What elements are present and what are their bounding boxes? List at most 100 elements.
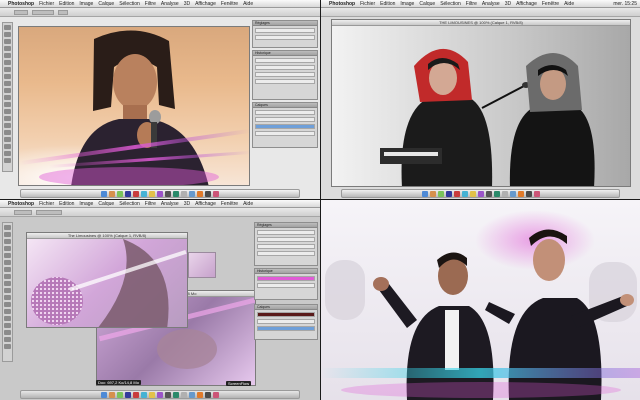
menu-aide[interactable]: Aide	[243, 201, 253, 207]
dock-app-icon[interactable]	[133, 391, 139, 398]
dock-app-icon[interactable]	[173, 190, 179, 197]
panel-row[interactable]	[255, 35, 315, 40]
panel-row[interactable]	[257, 230, 315, 235]
menu-edition[interactable]: Edition	[59, 1, 74, 7]
tool-icon[interactable]	[4, 260, 11, 265]
menu-fichier[interactable]: Fichier	[39, 1, 54, 7]
image-thumbnail[interactable]	[188, 252, 216, 278]
tool-icon[interactable]	[4, 158, 11, 163]
layer-row-selected[interactable]	[255, 124, 315, 129]
menu-analyse[interactable]: Analyse	[482, 1, 500, 7]
tool-icon[interactable]	[4, 53, 11, 58]
menu-fenetre[interactable]: Fenêtre	[542, 1, 559, 7]
dock-app-icon[interactable]	[437, 190, 444, 197]
panel-row[interactable]	[255, 28, 315, 33]
dock-app-icon[interactable]	[165, 391, 171, 398]
menu-selection[interactable]: Sélection	[440, 1, 461, 7]
dock-app-icon[interactable]	[173, 391, 179, 398]
menu-edition[interactable]: Edition	[59, 201, 74, 207]
menu-fenetre[interactable]: Fenêtre	[221, 1, 238, 7]
dock-app-icon[interactable]	[109, 391, 115, 398]
dock-app-icon[interactable]	[421, 190, 428, 197]
dock-app-icon[interactable]	[469, 190, 476, 197]
tool-icon[interactable]	[4, 25, 11, 30]
tool-icon[interactable]	[4, 102, 11, 107]
option-control[interactable]	[32, 10, 54, 15]
panel-row[interactable]	[257, 244, 315, 249]
dock-app-icon[interactable]	[181, 391, 187, 398]
dock-app-icon[interactable]	[125, 190, 131, 197]
dock-app-icon[interactable]	[149, 190, 155, 197]
menu-fichier[interactable]: Fichier	[39, 201, 54, 207]
menu-affichage[interactable]: Affichage	[516, 1, 537, 7]
tool-icon[interactable]	[4, 39, 11, 44]
tool-icon[interactable]	[4, 246, 11, 251]
menu-3d[interactable]: 3D	[184, 1, 190, 7]
tool-icon[interactable]	[4, 337, 11, 342]
dock-app-icon[interactable]	[525, 190, 532, 197]
dock-app-icon[interactable]	[517, 190, 524, 197]
option-control[interactable]	[36, 210, 62, 215]
tool-icon[interactable]	[4, 288, 11, 293]
option-control[interactable]	[14, 10, 28, 15]
menu-analyse[interactable]: Analyse	[161, 1, 179, 7]
tool-icon[interactable]	[4, 81, 11, 86]
menu-filtre[interactable]: Filtre	[145, 1, 156, 7]
dock-app-icon[interactable]	[109, 190, 115, 197]
tool-icon[interactable]	[4, 109, 11, 114]
document-canvas[interactable]	[18, 26, 250, 186]
panel-row[interactable]	[255, 58, 315, 63]
dock-app-icon[interactable]	[165, 190, 171, 197]
tool-icon[interactable]	[4, 330, 11, 335]
app-name[interactable]: Photoshop	[8, 201, 34, 207]
panel-row[interactable]	[255, 72, 315, 77]
menu-edition[interactable]: Edition	[380, 1, 395, 7]
tool-icon[interactable]	[4, 144, 11, 149]
menu-fichier[interactable]: Fichier	[360, 1, 375, 7]
layer-row[interactable]	[257, 312, 315, 317]
tool-icon[interactable]	[4, 344, 11, 349]
menu-image[interactable]: Image	[400, 1, 414, 7]
dock-app-icon[interactable]	[125, 391, 131, 398]
tool-icon[interactable]	[4, 295, 11, 300]
menu-image[interactable]: Image	[79, 201, 93, 207]
tool-icon[interactable]	[4, 316, 11, 321]
tool-icon[interactable]	[4, 137, 11, 142]
menu-calque[interactable]: Calque	[419, 1, 435, 7]
menu-calque[interactable]: Calque	[98, 1, 114, 7]
dock-app-icon[interactable]	[533, 190, 540, 197]
tool-icon[interactable]	[4, 225, 11, 230]
layer-row[interactable]	[257, 319, 315, 324]
tool-icon[interactable]	[4, 46, 11, 51]
dock-app-icon[interactable]	[117, 190, 123, 197]
option-control[interactable]	[58, 10, 68, 15]
swatch-row[interactable]	[257, 276, 315, 281]
dock-app-icon[interactable]	[189, 190, 195, 197]
menu-image[interactable]: Image	[79, 1, 93, 7]
tool-icon[interactable]	[4, 123, 11, 128]
menu-selection[interactable]: Sélection	[119, 1, 140, 7]
tool-icon[interactable]	[4, 116, 11, 121]
menu-aide[interactable]: Aide	[243, 1, 253, 7]
dock-app-icon[interactable]	[213, 190, 219, 197]
dock-app-icon[interactable]	[189, 391, 195, 398]
tool-icon[interactable]	[4, 302, 11, 307]
tool-icon[interactable]	[4, 267, 11, 272]
tool-icon[interactable]	[4, 151, 11, 156]
tool-icon[interactable]	[4, 323, 11, 328]
layer-row[interactable]	[255, 131, 315, 136]
dock-app-icon[interactable]	[501, 190, 508, 197]
dock-app-icon[interactable]	[445, 190, 452, 197]
menu-selection[interactable]: Sélection	[119, 201, 140, 207]
tool-icon[interactable]	[4, 281, 11, 286]
panel-row[interactable]	[255, 65, 315, 70]
app-name[interactable]: Photoshop	[8, 1, 34, 7]
dock-app-icon[interactable]	[181, 190, 187, 197]
tool-icon[interactable]	[4, 32, 11, 37]
dock-app-icon[interactable]	[205, 190, 211, 197]
dock-app-icon[interactable]	[477, 190, 484, 197]
dock-app-icon[interactable]	[205, 391, 211, 398]
tool-icon[interactable]	[4, 74, 11, 79]
dock-app-icon[interactable]	[485, 190, 492, 197]
layer-row[interactable]	[255, 117, 315, 122]
